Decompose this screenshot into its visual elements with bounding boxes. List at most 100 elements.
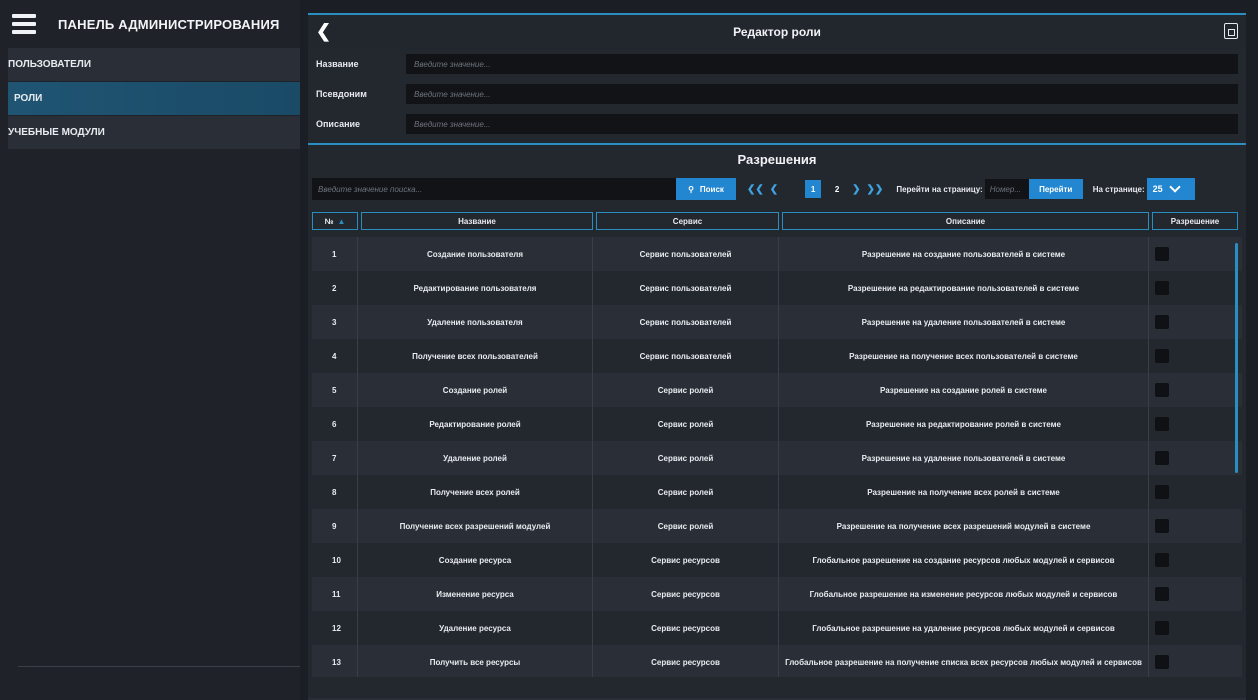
alias-input[interactable]: Введите значение... — [406, 84, 1238, 104]
row-service: Сервис ресурсов — [593, 645, 779, 677]
editor-header: ❮ Редактор роли — [308, 13, 1246, 49]
table-header: № ▲ Название Сервис Описание Разрешение — [312, 212, 1242, 230]
field-row-alias: Псевдоним Введите значение... — [308, 79, 1246, 109]
permission-checkbox[interactable] — [1155, 519, 1169, 533]
sidebar: ПАНЕЛЬ АДМИНИСТРИРОВАНИЯ ПОЛЬЗОВАТЕЛИ РО… — [0, 0, 300, 700]
row-permission — [1149, 543, 1235, 577]
permission-checkbox[interactable] — [1155, 383, 1169, 397]
row-service: Сервис пользователей — [593, 339, 779, 373]
row-name: Создание ролей — [358, 373, 593, 407]
table-row[interactable]: 11 Изменение ресурса Сервис ресурсов Глобал… — [312, 577, 1242, 611]
row-description: Разрешение на редактирование пользовател… — [779, 271, 1149, 305]
row-permission — [1149, 509, 1235, 543]
row-service: Сервис пользователей — [593, 237, 779, 271]
sidebar-item-modules[interactable]: УЧЕБНЫЕ МОДУЛИ — [8, 116, 300, 149]
search-icon: ⚲ — [688, 184, 694, 194]
table-row[interactable]: 7 Удаление ролей Сервис ролей Разрешение на… — [312, 441, 1242, 475]
row-service: Сервис ресурсов — [593, 543, 779, 577]
table-row[interactable]: 13 Получить все ресурсы Сервис ресурсов Гло… — [312, 645, 1242, 677]
row-name: Удаление ресурса — [358, 611, 593, 645]
search-button[interactable]: ⚲ Поиск — [676, 178, 736, 200]
row-number: 13 — [312, 645, 358, 677]
row-description: Разрешение на удаление пользователей в с… — [779, 305, 1149, 339]
column-header-name[interactable]: Название — [361, 212, 593, 230]
permission-checkbox[interactable] — [1155, 451, 1169, 465]
row-description: Глобальное разрешение на получение списк… — [779, 645, 1149, 677]
row-number: 7 — [312, 441, 358, 475]
sort-asc-icon: ▲ — [337, 216, 346, 226]
goto-page-input[interactable]: Номер... — [984, 179, 1029, 199]
row-permission — [1149, 237, 1235, 271]
row-name: Создание пользователя — [358, 237, 593, 271]
per-page-select[interactable]: 25 — [1146, 178, 1195, 200]
permission-checkbox[interactable] — [1155, 621, 1169, 635]
row-number: 8 — [312, 475, 358, 509]
permission-checkbox[interactable] — [1155, 485, 1169, 499]
field-label: Описание — [316, 119, 361, 129]
sidebar-header: ПАНЕЛЬ АДМИНИСТРИРОВАНИЯ — [0, 0, 300, 48]
back-icon[interactable]: ❮ — [316, 21, 331, 42]
row-permission — [1149, 577, 1235, 611]
row-name: Получение всех разрешений модулей — [358, 509, 593, 543]
search-input[interactable]: Введите значение поиска... — [312, 178, 676, 200]
permission-checkbox[interactable] — [1155, 655, 1169, 669]
row-service: Сервис пользователей — [593, 271, 779, 305]
table-scrollbar[interactable] — [1235, 243, 1238, 473]
sidebar-item-label: УЧЕБНЫЕ МОДУЛИ — [8, 127, 105, 138]
prev-page-icon[interactable]: ❮ — [770, 184, 778, 195]
goto-label: Перейти на страницу: — [896, 184, 983, 194]
permission-checkbox[interactable] — [1155, 281, 1169, 295]
first-page-icon[interactable]: ❮❮ — [747, 184, 764, 195]
menu-icon[interactable] — [12, 14, 36, 34]
per-page-label: На странице: — [1092, 184, 1145, 194]
page-button-1[interactable]: 1 — [805, 180, 822, 198]
sidebar-item-roles[interactable]: РОЛИ — [8, 82, 300, 115]
sidebar-item-users[interactable]: ПОЛЬЗОВАТЕЛИ — [8, 48, 300, 81]
row-permission — [1149, 475, 1235, 509]
table-row[interactable]: 10 Создание ресурса Сервис ресурсов Глобаль… — [312, 543, 1242, 577]
last-page-icon[interactable]: ❯❯ — [867, 184, 884, 195]
field-row-name: Название Введите значение... — [308, 49, 1246, 79]
table-row[interactable]: 5 Создание ролей Сервис ролей Разрешение на… — [312, 373, 1242, 407]
table-row[interactable]: 3 Удаление пользователя Сервис пользовател… — [312, 305, 1242, 339]
field-row-description: Описание Введите значение... — [308, 109, 1246, 139]
table-row[interactable]: 4 Получение всех пользователей Сервис поль… — [312, 339, 1242, 373]
row-number: 1 — [312, 237, 358, 271]
save-icon[interactable] — [1224, 23, 1238, 39]
column-label: № — [324, 216, 334, 226]
row-name: Создание ресурса — [358, 543, 593, 577]
row-service: Сервис ролей — [593, 475, 779, 509]
chevron-down-icon — [1169, 181, 1181, 193]
description-input[interactable]: Введите значение... — [406, 114, 1238, 134]
row-number: 9 — [312, 509, 358, 543]
row-description: Глобальное разрешение на удаление ресурс… — [779, 611, 1149, 645]
table-row[interactable]: 2 Редактирование пользователя Сервис польз… — [312, 271, 1242, 305]
goto-button[interactable]: Перейти — [1028, 179, 1083, 199]
table-row[interactable]: 6 Редактирование ролей Сервис ролей Разреше… — [312, 407, 1242, 441]
permission-checkbox[interactable] — [1155, 315, 1169, 329]
permission-checkbox[interactable] — [1155, 587, 1169, 601]
permission-checkbox[interactable] — [1155, 417, 1169, 431]
table-row[interactable]: 8 Получение всех ролей Сервис ролей Разреше… — [312, 475, 1242, 509]
row-number: 11 — [312, 577, 358, 611]
table-row[interactable]: 12 Удаление ресурса Сервис ресурсов Глобаль… — [312, 611, 1242, 645]
permission-checkbox[interactable] — [1155, 349, 1169, 363]
table-row[interactable]: 9 Получение всех разрешений модулей Сервис… — [312, 509, 1242, 543]
column-header-permission[interactable]: Разрешение — [1152, 212, 1238, 230]
column-header-service[interactable]: Сервис — [596, 212, 779, 230]
next-page-icon[interactable]: ❯ — [852, 184, 860, 195]
column-header-description[interactable]: Описание — [782, 212, 1149, 230]
page-button-2[interactable]: 2 — [829, 180, 845, 198]
row-service: Сервис ресурсов — [593, 577, 779, 611]
permission-checkbox[interactable] — [1155, 553, 1169, 567]
row-name: Изменение ресурса — [358, 577, 593, 611]
column-header-number[interactable]: № ▲ — [312, 212, 358, 230]
row-service: Сервис ролей — [593, 441, 779, 475]
table-row[interactable]: 1 Создание пользователя Сервис пользовател… — [312, 237, 1242, 271]
main-panel: ❮ Редактор роли Название Введите значени… — [308, 13, 1246, 700]
name-input[interactable]: Введите значение... — [406, 54, 1238, 74]
row-number: 12 — [312, 611, 358, 645]
row-service: Сервис пользователей — [593, 305, 779, 339]
permission-checkbox[interactable] — [1155, 247, 1169, 261]
field-label: Название — [316, 59, 359, 69]
